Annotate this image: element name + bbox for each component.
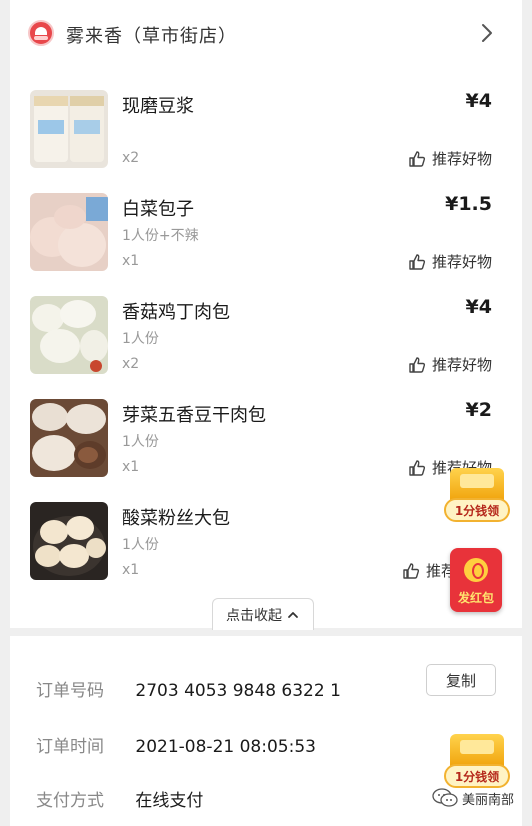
item-price: ¥1.5	[445, 193, 492, 215]
collapse-label: 点击收起	[226, 607, 282, 624]
coin-promo-float[interactable]: 1分钱领	[444, 468, 510, 524]
red-packet-label: 发红包	[457, 591, 494, 605]
order-number-label: 订单号码	[36, 681, 104, 701]
list-item[interactable]: 香菇鸡丁肉包 1人份 ¥4 x2 推荐好物	[10, 296, 522, 399]
store-name: 雾来香（草市街店）	[66, 26, 237, 47]
recommend-label: 推荐好物	[431, 253, 492, 271]
order-items-card: 雾来香（草市街店） 现磨豆浆 ¥4 x2 推荐好物 白菜包子 1人份+不辣 ¥1…	[10, 0, 522, 630]
red-packet-button[interactable]: 发红包	[450, 548, 502, 612]
item-quantity: x2	[122, 150, 140, 166]
item-spec: 1人份	[122, 331, 159, 347]
recommend-button[interactable]: 推荐好物	[408, 251, 492, 272]
item-name: 白菜包子	[122, 199, 194, 220]
thumbs-up-icon	[409, 459, 426, 476]
item-price: ¥4	[465, 296, 492, 318]
coin-promo-label: 1分钱领	[444, 764, 510, 788]
list-item[interactable]: 白菜包子 1人份+不辣 ¥1.5 x1 推荐好物	[10, 193, 522, 296]
coin-promo-float[interactable]: 1分钱领	[444, 734, 510, 790]
recommend-label: 推荐好物	[431, 356, 492, 374]
wechat-icon	[432, 788, 458, 807]
product-image-soy-milk	[30, 90, 108, 168]
item-quantity: x1	[122, 562, 140, 578]
item-spec: 1人份+不辣	[122, 228, 199, 244]
watermark: 美丽南部	[432, 788, 514, 808]
order-time-label: 订单时间	[36, 737, 104, 757]
item-name: 酸菜粉丝大包	[122, 508, 230, 529]
payment-method-row: 支付方式 在线支付	[36, 786, 203, 811]
payment-method-label: 支付方式	[36, 791, 104, 811]
item-quantity: x1	[122, 459, 140, 475]
item-quantity: x2	[122, 356, 140, 372]
order-time-row: 订单时间 2021-08-21 08:05:53	[36, 732, 316, 757]
order-time-value: 2021-08-21 08:05:53	[135, 737, 316, 757]
recommend-button[interactable]: 推荐	[402, 560, 456, 581]
item-name: 香菇鸡丁肉包	[122, 302, 230, 323]
collapse-button[interactable]: 点击收起	[212, 598, 314, 630]
product-image-mushroom-chicken-buns	[30, 296, 108, 374]
item-price: ¥2	[465, 399, 492, 421]
order-number-row: 订单号码 2703 4053 9848 6322 1	[36, 676, 341, 701]
order-number-value: 2703 4053 9848 6322 1	[135, 681, 341, 701]
store-logo-icon	[28, 20, 54, 46]
chevron-up-icon	[288, 611, 298, 618]
item-quantity: x1	[122, 253, 140, 269]
gift-box-icon	[450, 734, 504, 768]
payment-method-value: 在线支付	[135, 791, 204, 811]
item-name: 现磨豆浆	[122, 96, 194, 117]
product-image-cabbage-buns	[30, 193, 108, 271]
recommend-button[interactable]: 推荐好物	[408, 354, 492, 375]
copy-button[interactable]: 复制	[426, 664, 496, 696]
thumbs-up-icon	[403, 562, 420, 579]
item-name: 芽菜五香豆干肉包	[122, 405, 266, 426]
gift-box-icon	[450, 468, 504, 502]
store-header[interactable]: 雾来香（草市街店）	[10, 0, 522, 68]
product-image-pickled-vermicelli-buns	[30, 502, 108, 580]
list-item[interactable]: 现磨豆浆 ¥4 x2 推荐好物	[10, 90, 522, 193]
recommend-label: 推荐好物	[431, 150, 492, 168]
item-price: ¥4	[465, 90, 492, 112]
chevron-right-icon[interactable]	[476, 22, 498, 44]
thumbs-up-icon	[409, 150, 426, 167]
watermark-text: 美丽南部	[462, 792, 515, 808]
recommend-button[interactable]: 推荐好物	[408, 148, 492, 169]
thumbs-up-icon	[409, 253, 426, 270]
thumbs-up-icon	[409, 356, 426, 373]
coin-promo-label: 1分钱领	[444, 498, 510, 522]
item-spec: 1人份	[122, 434, 159, 450]
product-image-sprout-tofu-buns	[30, 399, 108, 477]
red-packet-icon	[464, 558, 488, 582]
item-spec: 1人份	[122, 537, 159, 553]
